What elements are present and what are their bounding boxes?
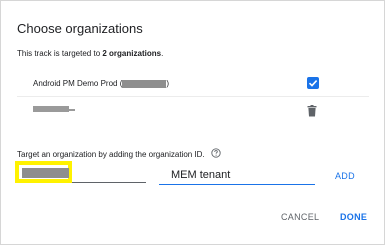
dialog-title: Choose organizations xyxy=(17,21,143,36)
add-button[interactable]: ADD xyxy=(335,171,355,181)
target-organization-label: Target an organization by adding the org… xyxy=(17,148,221,160)
redacted-text xyxy=(33,106,69,112)
redacted-text xyxy=(122,79,167,88)
target-label-text: Target an organization by adding the org… xyxy=(17,150,205,160)
organization-row xyxy=(17,98,369,122)
organization-name-prefix: Android PM Demo Prod ( xyxy=(33,79,123,88)
check-icon xyxy=(308,80,318,87)
organization-row: Android PM Demo Prod () xyxy=(17,72,369,97)
subtitle-suffix: . xyxy=(161,49,164,58)
organization-checkbox[interactable] xyxy=(307,77,319,89)
trash-icon[interactable] xyxy=(307,105,317,119)
organization-name: Android PM Demo Prod () xyxy=(33,79,169,88)
dialog-subtitle: This track is targeted to 2 organization… xyxy=(17,49,163,58)
redacted-text xyxy=(22,168,69,178)
organization-name-input[interactable] xyxy=(159,167,315,185)
cancel-button[interactable]: CANCEL xyxy=(281,212,319,222)
organization-name-suffix: ) xyxy=(166,79,170,88)
organization-id-underline xyxy=(72,182,146,183)
organization-id-input[interactable] xyxy=(15,161,72,183)
redacted-text xyxy=(69,109,75,111)
help-circle-icon[interactable] xyxy=(211,148,221,160)
subtitle-prefix: This track is targeted to xyxy=(17,49,103,58)
choose-organizations-dialog: Choose organizations This track is targe… xyxy=(0,0,385,245)
subtitle-count: 2 organizations xyxy=(102,49,162,58)
done-button[interactable]: DONE xyxy=(340,212,367,222)
